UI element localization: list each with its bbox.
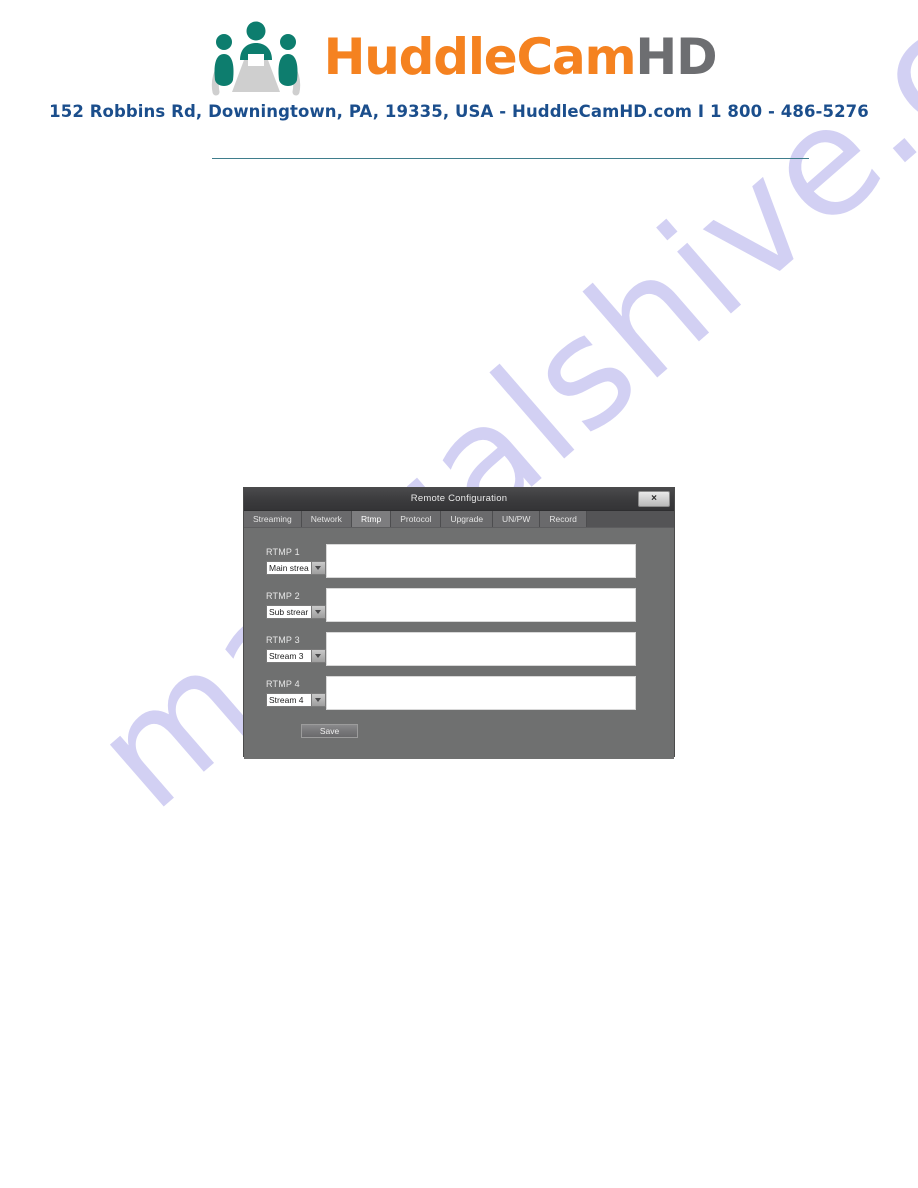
rtmp-4-stream-value[interactable]: Stream 4 bbox=[266, 693, 312, 707]
rtmp-3-stream-select[interactable]: Stream 3 bbox=[266, 649, 326, 663]
brand-word-cam: Cam bbox=[516, 28, 636, 86]
rtmp-2-stream-select[interactable]: Sub strear bbox=[266, 605, 326, 619]
brand-word-hd: HD bbox=[635, 28, 717, 86]
header-divider bbox=[212, 158, 809, 159]
rtmp-1-stream-select[interactable]: Main strea bbox=[266, 561, 326, 575]
rtmp-row-1: RTMP 1 Main strea bbox=[244, 544, 674, 590]
rtmp-2-stream-value[interactable]: Sub strear bbox=[266, 605, 312, 619]
rtmp-3-url-input[interactable] bbox=[326, 632, 636, 666]
rtmp-row-3: RTMP 3 Stream 3 bbox=[244, 632, 674, 678]
chevron-down-icon[interactable] bbox=[312, 605, 326, 619]
rtmp-1-stream-value[interactable]: Main strea bbox=[266, 561, 312, 575]
three-people-at-table-icon bbox=[202, 18, 310, 96]
tabstrip-filler bbox=[586, 511, 674, 527]
rtmp-row-2: RTMP 2 Sub strear bbox=[244, 588, 674, 634]
brand-word-huddle: Huddle bbox=[323, 28, 518, 86]
tab-streaming[interactable]: Streaming bbox=[244, 511, 302, 527]
rtmp-2-url-input[interactable] bbox=[326, 588, 636, 622]
dialog-titlebar[interactable]: Remote Configuration × bbox=[244, 488, 674, 511]
tab-rtmp[interactable]: Rtmp bbox=[351, 511, 392, 527]
tab-network[interactable]: Network bbox=[301, 511, 352, 527]
dialog-tabstrip: Streaming Network Rtmp Protocol Upgrade … bbox=[244, 511, 674, 528]
rtmp-4-stream-select[interactable]: Stream 4 bbox=[266, 693, 326, 707]
dialog-title: Remote Configuration bbox=[410, 493, 508, 504]
brand-wordmark: HuddleCamHD bbox=[324, 32, 718, 82]
tab-unpw[interactable]: UN/PW bbox=[493, 511, 541, 527]
rtmp-4-url-input[interactable] bbox=[326, 676, 636, 710]
rtmp-row-4: RTMP 4 Stream 4 bbox=[244, 676, 674, 722]
tab-upgrade[interactable]: Upgrade bbox=[441, 511, 494, 527]
dialog-body: RTMP 1 Main strea RTMP 2 Sub strear RTMP… bbox=[244, 528, 674, 759]
remote-configuration-dialog: Remote Configuration × Streaming Network… bbox=[243, 487, 675, 759]
brand-logo: HuddleCamHD bbox=[0, 0, 918, 96]
tab-record[interactable]: Record bbox=[540, 511, 587, 527]
tab-protocol[interactable]: Protocol bbox=[391, 511, 442, 527]
rtmp-1-url-input[interactable] bbox=[326, 544, 636, 578]
chevron-down-icon[interactable] bbox=[312, 561, 326, 575]
page-header: HuddleCamHD 152 Robbins Rd, Downingtown,… bbox=[0, 0, 918, 159]
close-icon[interactable]: × bbox=[638, 491, 670, 507]
rtmp-3-stream-value[interactable]: Stream 3 bbox=[266, 649, 312, 663]
company-address: 152 Robbins Rd, Downingtown, PA, 19335, … bbox=[49, 102, 869, 121]
chevron-down-icon[interactable] bbox=[312, 693, 326, 707]
save-button[interactable]: Save bbox=[301, 724, 358, 738]
chevron-down-icon[interactable] bbox=[312, 649, 326, 663]
